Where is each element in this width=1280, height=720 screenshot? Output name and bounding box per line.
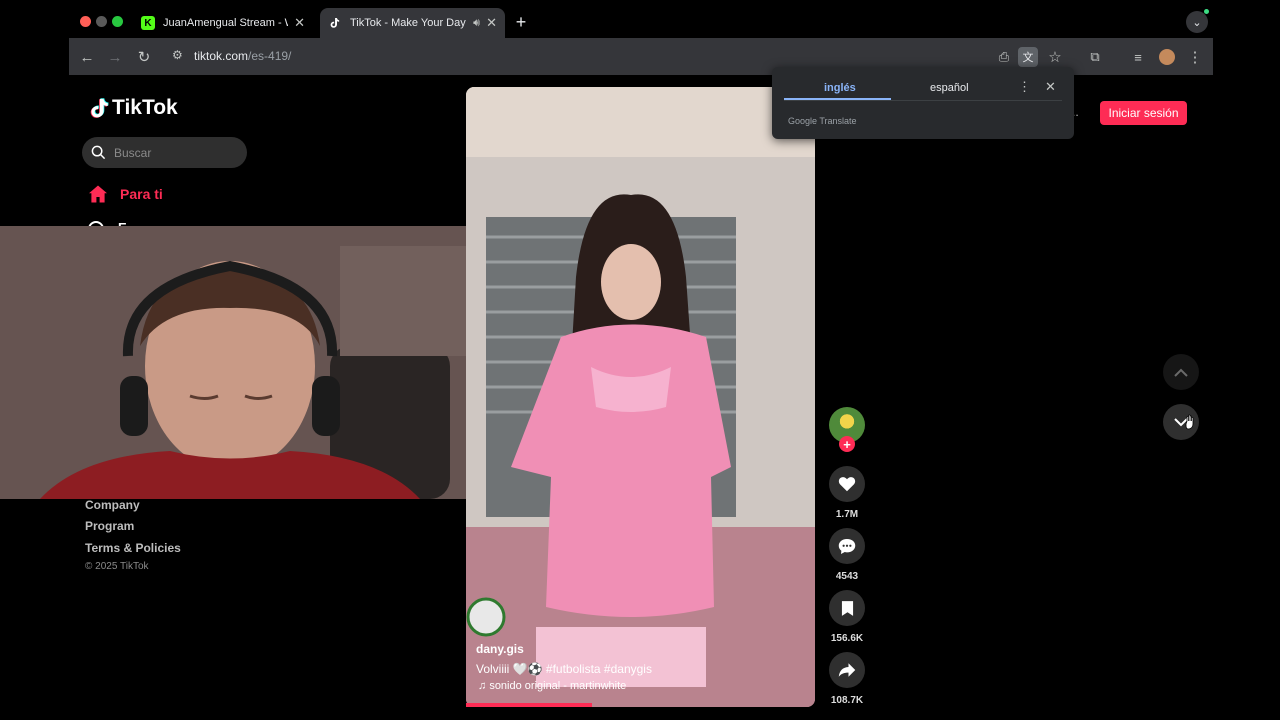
tiktok-logo[interactable]: TikTok xyxy=(88,96,178,120)
translate-divider xyxy=(784,100,1062,101)
extensions-icon[interactable]: ⧉ xyxy=(1084,46,1106,68)
comment-button[interactable] xyxy=(829,528,865,564)
video-sound[interactable]: ♫ sonido original - martinwhite xyxy=(478,680,626,692)
comment-icon xyxy=(838,538,856,554)
video-caption: Volviiii 🤍⚽️ #futbolista #danygis xyxy=(476,662,652,676)
chrome-menu-icon[interactable]: ⋮ xyxy=(1184,46,1206,68)
url-path: /es-419/ xyxy=(248,49,292,63)
follow-button[interactable]: + xyxy=(839,436,855,452)
webcam-person-image xyxy=(0,226,485,499)
tab-kick-stream[interactable]: K JuanAmengual Stream - Watc ✕ xyxy=(133,8,313,38)
copyright-text: © 2025 TikTok xyxy=(85,561,149,572)
footer-link-company[interactable]: Company xyxy=(85,498,140,512)
audio-playing-icon[interactable]: 🔊︎ xyxy=(473,17,480,30)
comment-count: 4543 xyxy=(835,571,859,582)
bookmark-icon xyxy=(841,600,853,616)
new-tab-button[interactable]: + xyxy=(512,12,530,33)
nav-for-you-label: Para ti xyxy=(120,186,163,202)
footer-link-program[interactable]: Program xyxy=(85,519,134,533)
save-button[interactable] xyxy=(829,590,865,626)
notification-dot xyxy=(1204,9,1209,14)
translate-icon[interactable]: 文 xyxy=(1018,47,1038,67)
video-username[interactable]: dany.gis xyxy=(476,642,524,656)
like-count: 1.7M xyxy=(835,509,859,520)
previous-video-button[interactable] xyxy=(1163,354,1199,390)
video-progress-bar[interactable] xyxy=(466,703,592,707)
profile-avatar[interactable] xyxy=(1156,46,1178,68)
address-bar[interactable]: ⚙︎ tiktok.com/es-419/ xyxy=(163,43,1063,70)
kick-icon: K xyxy=(141,16,155,30)
bookmark-star-icon[interactable]: ☆ xyxy=(1044,46,1066,68)
translate-options-icon[interactable]: ⋮ xyxy=(1018,79,1031,95)
music-note-icon: ♫ xyxy=(478,680,490,692)
translate-target-tab[interactable]: español xyxy=(930,82,969,94)
translate-popup: inglés español ⋮ ✕ Google Translate xyxy=(772,67,1074,139)
close-window-button[interactable] xyxy=(80,16,91,27)
video-player[interactable] xyxy=(466,87,815,707)
tab-title: JuanAmengual Stream - Watc xyxy=(163,17,288,29)
maximize-window-button[interactable] xyxy=(112,16,123,27)
url-host: tiktok.com xyxy=(194,49,249,63)
forward-icon[interactable]: → xyxy=(104,46,126,68)
chevron-up-icon xyxy=(1174,368,1188,377)
video-frame-image xyxy=(466,87,815,707)
tab-title: TikTok - Make Your Day xyxy=(350,17,466,29)
back-icon[interactable]: ← xyxy=(76,46,98,68)
webcam-overlay xyxy=(0,226,485,499)
translate-active-underline xyxy=(784,98,891,100)
minimize-window-button[interactable] xyxy=(96,16,107,27)
footer-link-terms[interactable]: Terms & Policies xyxy=(85,541,181,555)
translate-close-icon[interactable]: ✕ xyxy=(1045,79,1056,95)
tiktok-logo-icon xyxy=(90,98,109,118)
save-count: 156.6K xyxy=(830,633,864,644)
tiktok-icon xyxy=(328,16,342,30)
tab-tiktok[interactable]: TikTok - Make Your Day 🔊︎ ✕ xyxy=(320,8,505,38)
close-tab-icon[interactable]: ✕ xyxy=(486,15,497,31)
logo-text: TikTok xyxy=(112,96,178,119)
share-count: 108.7K xyxy=(830,695,864,706)
media-controls-icon[interactable]: ≡ xyxy=(1127,46,1149,68)
tab-search-button[interactable]: ⌄ xyxy=(1186,11,1208,33)
search-input[interactable]: Buscar xyxy=(82,137,247,168)
url-text[interactable]: tiktok.com/es-419/ xyxy=(194,49,291,63)
login-button[interactable]: Iniciar sesión xyxy=(1100,101,1187,125)
browser-tab-strip: K JuanAmengual Stream - Watc ✕ TikTok - … xyxy=(0,0,1280,40)
site-settings-icon[interactable]: ⚙︎ xyxy=(172,48,183,62)
reload-icon[interactable]: ↻ xyxy=(133,46,155,68)
close-tab-icon[interactable]: ✕ xyxy=(294,15,305,31)
share-button[interactable] xyxy=(829,652,865,688)
nav-for-you[interactable]: Para ti xyxy=(88,184,163,204)
translate-source-tab[interactable]: inglés xyxy=(824,82,856,94)
install-app-icon[interactable]: ⎙ xyxy=(993,46,1015,68)
like-button[interactable] xyxy=(829,466,865,502)
home-icon xyxy=(89,185,107,203)
search-icon xyxy=(91,145,106,160)
search-placeholder: Buscar xyxy=(114,146,152,160)
screen: K JuanAmengual Stream - Watc ✕ TikTok - … xyxy=(0,0,1280,720)
mouse-cursor-icon xyxy=(1185,414,1194,430)
sound-label: sonido original - martinwhite xyxy=(489,680,627,692)
translate-brand: Google Translate xyxy=(788,116,857,126)
heart-icon xyxy=(838,477,856,492)
share-icon xyxy=(838,663,856,677)
